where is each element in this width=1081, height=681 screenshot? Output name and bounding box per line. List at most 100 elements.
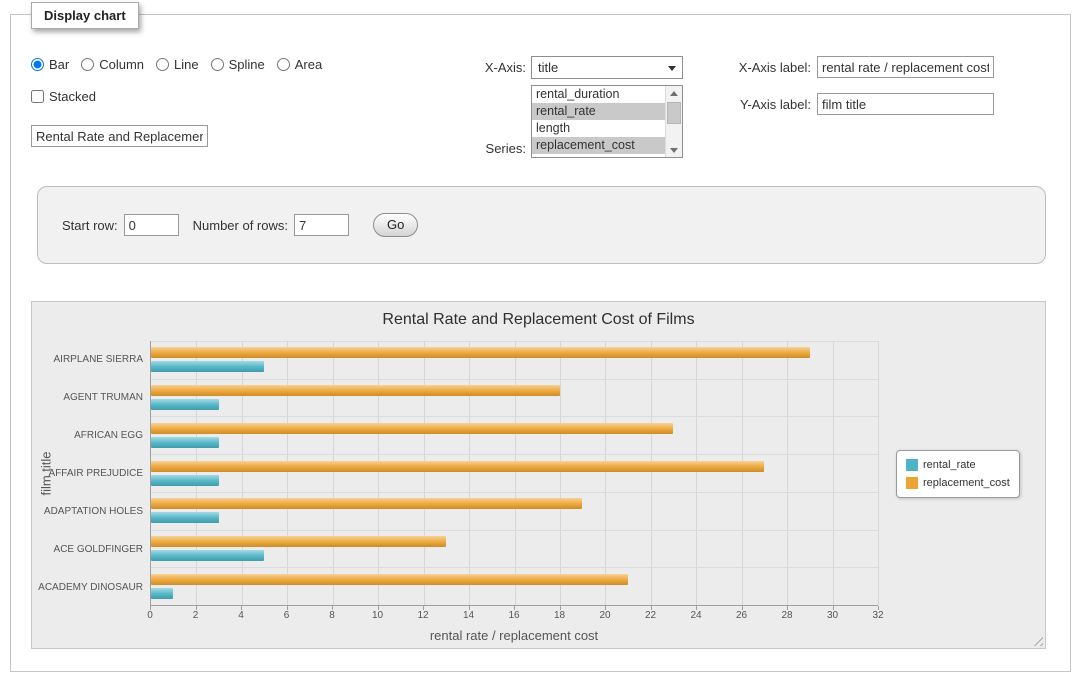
category-axis-labels: AIRPLANE SIERRAAGENT TRUMANAFRICAN EGGAF… [60,341,150,606]
listbox-scrollbar[interactable] [665,86,682,157]
legend-item-replacement_cost[interactable]: replacement_cost [906,474,1010,492]
category-label: AFFAIR PREJUDICE [60,455,150,493]
radio-area[interactable] [277,58,290,71]
category-label: ACE GOLDFINGER [60,530,150,568]
x-tick-label: 18 [554,610,565,621]
series-listbox[interactable]: rental_durationrental_ratelengthreplacem… [531,85,683,158]
bar-replacement_cost [151,423,673,434]
radio-label: Spline [229,57,265,72]
resize-handle-icon[interactable] [1030,633,1043,646]
x-tick-label: 32 [872,610,883,621]
listbox-option-replacement_cost[interactable]: replacement_cost [532,137,665,154]
chart-type-radio-group: Bar Column Line Spline Area [31,57,322,72]
legend-label: replacement_cost [923,477,1010,489]
go-button[interactable]: Go [373,213,418,237]
chart-type-option-spline[interactable]: Spline [211,57,265,72]
chart-title: Rental Rate and Replacement Cost of Film… [32,311,1045,329]
radio-label: Bar [49,57,69,72]
bar-rental_rate [151,512,219,523]
bar-rows [151,341,878,605]
category-label: ACADEMY DINOSAUR [60,568,150,606]
legend-swatch [906,459,918,471]
legend-item-rental_rate[interactable]: rental_rate [906,456,1010,474]
bar-group [151,567,878,605]
y-axis-label-input[interactable] [817,93,994,115]
x-tick-label: 30 [827,610,838,621]
stacked-option: Stacked [31,89,96,104]
bar-group [151,416,878,454]
start-row-input[interactable] [124,214,179,236]
chart-type-option-area[interactable]: Area [277,57,322,72]
bar-rental_rate [151,437,219,448]
x-tick-label: 8 [329,610,335,621]
x-tick-label: 22 [645,610,656,621]
stacked-label: Stacked [49,89,96,104]
bar-group [151,492,878,530]
chart-panel: Rental Rate and Replacement Cost of Film… [31,301,1046,649]
x-axis-select[interactable]: title [531,56,683,79]
legend-swatch [906,477,918,489]
x-tick-label: 2 [193,610,199,621]
radio-spline[interactable] [211,58,224,71]
x-tick-label: 6 [284,610,290,621]
x-tick-label: 28 [781,610,792,621]
bar-rental_rate [151,588,173,599]
x-tick-label: 0 [147,610,153,621]
plot-area [150,341,878,606]
chart-body: film title AIRPLANE SIERRAAGENT TRUMANAF… [32,341,1045,606]
x-axis-field-label: X-Axis: [426,60,526,75]
x-axis-label-field-label: X-Axis label: [706,60,811,75]
category-label: AGENT TRUMAN [60,379,150,417]
scrollbar-thumb[interactable] [667,102,681,124]
series-field-label: Series: [426,141,526,156]
legend-wrap: rental_rate replacement_cost [878,341,1045,606]
bar-group [151,379,878,417]
start-row-label: Start row: [62,218,118,233]
listbox-option-length[interactable]: length [532,120,665,137]
legend-label: rental_rate [923,459,976,471]
radio-column[interactable] [81,58,94,71]
x-axis-selected-value: title [538,60,558,75]
chart-type-option-bar[interactable]: Bar [31,57,69,72]
x-axis-label-input[interactable] [817,56,994,78]
display-chart-fieldset: Display chart BarColumnLineSplineArea St… [10,14,1071,672]
bar-replacement_cost [151,385,560,396]
x-axis-ticks: 02468101214161820222426283032 [150,606,878,622]
x-tick-label: 4 [238,610,244,621]
category-label: ADAPTATION HOLES [60,492,150,530]
number-of-rows-input[interactable] [294,214,349,236]
radio-label: Line [174,57,199,72]
bar-replacement_cost [151,498,582,509]
y-axis-label-field-label: Y-Axis label: [706,97,811,112]
radio-line[interactable] [156,58,169,71]
chart-legend: rental_rate replacement_cost [896,450,1020,498]
x-tick-label: 20 [599,610,610,621]
chart-type-option-line[interactable]: Line [156,57,199,72]
listbox-option-rental_duration[interactable]: rental_duration [532,86,665,103]
y-axis-title-text: film title [39,451,54,495]
x-tick-label: 14 [463,610,474,621]
x-gridline [878,341,879,605]
x-tick-label: 24 [690,610,701,621]
stacked-checkbox[interactable] [31,90,44,103]
bar-replacement_cost [151,461,764,472]
scroll-down-icon[interactable] [666,142,682,157]
bar-rental_rate [151,550,264,561]
x-tick-label: 10 [372,610,383,621]
scroll-up-icon[interactable] [666,86,682,101]
bar-rental_rate [151,475,219,486]
listbox-option-rental_rate[interactable]: rental_rate [532,103,665,120]
x-tick-label: 16 [508,610,519,621]
x-axis-title: rental rate / replacement cost [150,628,878,643]
chart-type-option-column[interactable]: Column [81,57,144,72]
bar-group [151,341,878,379]
chart-title-input[interactable] [31,125,208,147]
radio-label: Area [295,57,322,72]
radio-label: Column [99,57,144,72]
bar-rental_rate [151,399,219,410]
plot-wrap: 02468101214161820222426283032 rental rat… [150,341,878,606]
radio-bar[interactable] [31,58,44,71]
page: Display chart BarColumnLineSplineArea St… [0,0,1081,681]
bar-group [151,530,878,568]
number-of-rows-label: Number of rows: [193,218,288,233]
